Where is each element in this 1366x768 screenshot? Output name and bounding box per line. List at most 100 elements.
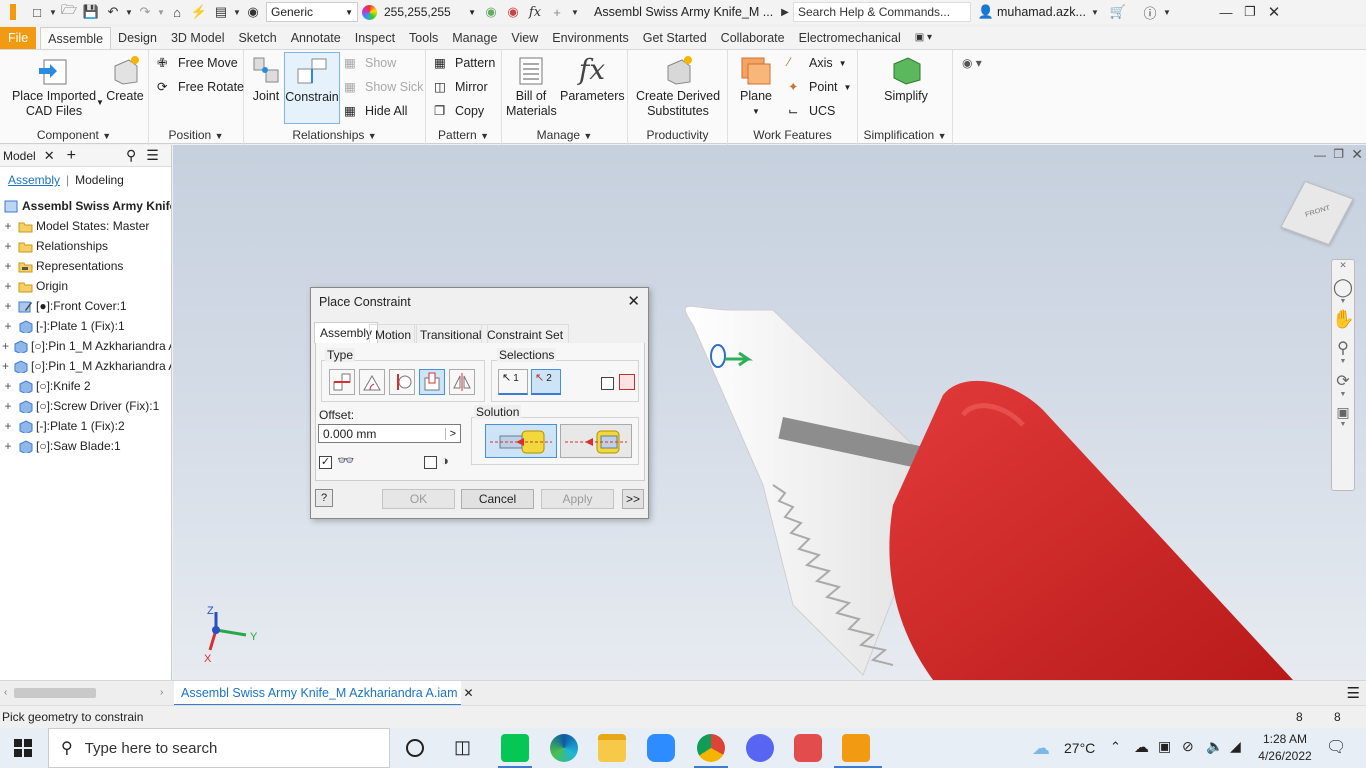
help-search-input[interactable]: Search Help & Commands... — [793, 2, 971, 22]
hide-all-button[interactable]: ▦ Hide All — [344, 101, 407, 121]
show-button[interactable]: ▦ Show — [344, 53, 396, 73]
tree-item[interactable]: + [○]:Pin 1_M Azkhariandra Ar — [0, 356, 171, 376]
line-app-icon[interactable] — [501, 734, 529, 762]
tab-inspect[interactable]: Inspect — [348, 27, 402, 49]
tab-sketch[interactable]: Sketch — [231, 27, 283, 49]
user-name[interactable]: muhamad.azk... — [997, 5, 1089, 19]
dropdown-arrow-icon[interactable]: ▼ — [1089, 1, 1101, 23]
tab-get-started[interactable]: Get Started — [636, 27, 714, 49]
color-value-field[interactable]: 255,255,255 ▼ — [380, 2, 480, 22]
chevron-down-icon[interactable]: ▼ — [1332, 358, 1354, 365]
tree-item[interactable]: + [-]:Plate 1 (Fix):1 — [0, 316, 171, 336]
tree-item[interactable]: + [○]:Screw Driver (Fix):1 — [0, 396, 171, 416]
tree-item[interactable]: + Model States: Master — [0, 216, 171, 236]
taskbar-search-box[interactable]: ⚲ Type here to search — [48, 728, 390, 768]
tab-file[interactable]: File — [0, 27, 37, 49]
dropdown-arrow-icon[interactable]: ▼ — [232, 1, 242, 23]
plus-icon[interactable]: + — [546, 1, 568, 23]
chevron-right-icon[interactable]: > — [444, 427, 456, 440]
tab-design[interactable]: Design — [111, 27, 164, 49]
offset-input[interactable]: 0.000 mm > — [318, 424, 461, 443]
onedrive-icon[interactable]: ☁ — [1134, 738, 1149, 756]
zoom-icon[interactable]: ⚲ — [1332, 338, 1354, 358]
document-tab[interactable]: Assembl Swiss Army Knife_M Azkhariandra … — [174, 681, 474, 706]
windows-start-icon[interactable] — [14, 739, 32, 757]
predict-offset-checkbox[interactable] — [424, 456, 437, 469]
pattern-button[interactable]: ▦ Pattern — [434, 53, 495, 73]
clock-time[interactable]: 1:28 AM — [1258, 732, 1312, 746]
cancel-button[interactable]: Cancel — [461, 489, 534, 509]
minimize-icon[interactable]: — — [1215, 1, 1237, 23]
clock-date[interactable]: 4/26/2022 — [1252, 749, 1318, 763]
tangent-constraint-button[interactable] — [389, 369, 415, 395]
wifi-icon[interactable]: ◢ — [1230, 738, 1241, 755]
browser-hscrollbar[interactable] — [14, 688, 96, 698]
chevron-down-icon[interactable]: ▼ — [1332, 391, 1354, 398]
menu-icon[interactable]: ☰ — [146, 147, 159, 164]
chevron-down-icon[interactable]: ▼ — [96, 98, 104, 107]
apply-button[interactable]: Apply — [541, 489, 614, 509]
adjust-icon[interactable]: ◉ — [480, 1, 502, 23]
copy-button[interactable]: ❐ Copy — [434, 101, 484, 121]
nav-close-icon[interactable]: ✕ — [1332, 260, 1354, 271]
app-logo-icon[interactable] — [0, 1, 26, 23]
more-button[interactable]: >> — [622, 489, 644, 509]
panel-title-simplification[interactable]: Simplification ▼ — [858, 128, 952, 142]
tree-item[interactable]: + [●]:Front Cover:1 — [0, 296, 171, 316]
tree-item[interactable]: + [○]:Knife 2 — [0, 376, 171, 396]
panel-title-manage[interactable]: Manage ▼ — [502, 128, 627, 142]
simplify-button[interactable]: Simplify — [878, 52, 934, 104]
tree-item[interactable]: + [○]:Pin 1_M Azkhariandra Ar — [0, 336, 171, 356]
ribbon-more-icon[interactable]: ◉ ▾ — [962, 56, 982, 70]
tab-view[interactable]: View — [504, 27, 545, 49]
snipping-tool-icon[interactable] — [794, 734, 822, 762]
selection-2-button[interactable]: ↖ 2 — [531, 369, 561, 395]
mate-constraint-button[interactable] — [329, 369, 355, 395]
point-button[interactable]: ✦ Point ▼ — [788, 77, 851, 97]
expand-icon[interactable]: + — [2, 439, 14, 453]
tab-electromechanical[interactable]: Electromechanical — [792, 27, 908, 49]
undo-icon[interactable]: ↶ — [102, 1, 124, 23]
edge-icon[interactable] — [550, 734, 578, 762]
tab-constraint-set[interactable]: Constraint Set — [481, 324, 570, 344]
free-rotate-button[interactable]: ⟳ Free Rotate — [157, 77, 244, 97]
update-icon[interactable]: ⚡ — [188, 1, 210, 23]
axis-button[interactable]: ∕ Axis ▼ — [788, 53, 847, 73]
offline-icon[interactable]: ⊘ — [1182, 738, 1194, 755]
expand-icon[interactable]: + — [2, 259, 14, 273]
expand-icon[interactable]: + — [2, 279, 14, 293]
save-icon[interactable]: 💾 — [80, 1, 102, 23]
browser-tab-model[interactable]: Model — [3, 149, 36, 163]
open-folder-icon[interactable]: 🗁 — [58, 1, 80, 23]
help-icon[interactable]: ⓘ — [1139, 1, 1161, 23]
menu-icon[interactable]: ☰ — [1347, 684, 1360, 702]
tree-item[interactable]: + [○]:Saw Blade:1 — [0, 436, 171, 456]
notification-icon[interactable]: 🗨 — [1326, 737, 1346, 757]
panel-title-relationships[interactable]: Relationships ▼ — [244, 128, 425, 142]
show-sick-button[interactable]: ▦ Show Sick — [344, 77, 423, 97]
dropdown-arrow-icon[interactable]: ▼ — [124, 1, 134, 23]
close-icon[interactable]: ✕ — [464, 686, 474, 700]
solution-opposed-button[interactable] — [485, 424, 557, 458]
mirror-button[interactable]: ◫ Mirror — [434, 77, 488, 97]
plane-button[interactable]: Plane ▼ — [736, 52, 776, 119]
chevron-down-icon[interactable]: ▼ — [1332, 298, 1354, 305]
expand-icon[interactable]: + — [2, 399, 14, 413]
add-browser-icon[interactable]: + — [67, 147, 76, 165]
symmetry-constraint-button[interactable] — [449, 369, 475, 395]
free-move-button[interactable]: ✙ Free Move — [157, 53, 238, 73]
ok-button[interactable]: OK — [382, 489, 455, 509]
user-icon[interactable]: 👤 — [975, 1, 997, 23]
tab-assemble[interactable]: Assemble — [40, 27, 112, 49]
dropdown-arrow-icon[interactable]: ▼ — [48, 1, 58, 23]
create-component-button[interactable]: Create — [104, 52, 146, 104]
place-imported-cad-button[interactable]: Place Imported CAD Files — [8, 52, 100, 119]
selection-1-button[interactable]: ↖ 1 — [498, 369, 528, 395]
help-icon[interactable]: ? — [315, 489, 333, 507]
tree-item[interactable]: + Representations — [0, 256, 171, 276]
ribbon-options-icon[interactable]: ▣ ▾ — [908, 27, 939, 49]
tree-item[interactable]: + [-]:Plate 1 (Fix):2 — [0, 416, 171, 436]
dropdown-arrow-icon[interactable]: ▼ — [568, 1, 582, 23]
tab-motion[interactable]: Motion — [369, 324, 418, 344]
cortana-icon[interactable] — [406, 739, 424, 757]
